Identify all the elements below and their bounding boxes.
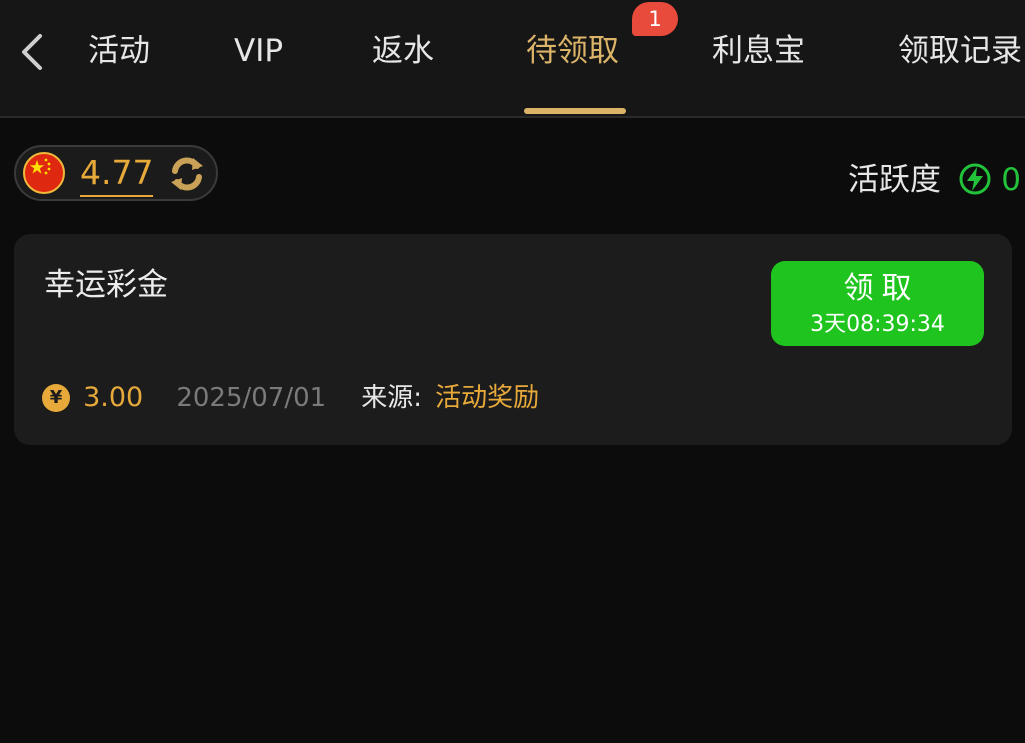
reward-date: 2025/07/01 [176, 383, 327, 413]
reward-meta: ¥ 3.00 2025/07/01 来源: 活动奖励 [42, 380, 539, 416]
tab-claim-history[interactable]: 领取记录 [898, 26, 1022, 76]
tab-interest-treasure[interactable]: 利息宝 [712, 26, 805, 76]
china-flag-icon [23, 152, 65, 194]
activity-value: 0 [1001, 162, 1021, 198]
back-button[interactable] [14, 30, 54, 74]
reward-card: 幸运彩金 领取 3天08:39:34 ¥ 3.00 2025/07/01 来源:… [14, 234, 1012, 445]
yuan-coin-icon: ¥ [42, 384, 70, 412]
rewards-pending-page: 活动 VIP 返水 待领取 利息宝 领取记录 1 4.77 活跃度 0 幸运彩金… [0, 0, 1025, 743]
refresh-icon[interactable] [166, 153, 208, 195]
balance-amount[interactable]: 4.77 [80, 151, 154, 197]
tab-activities[interactable]: 活动 [88, 26, 150, 76]
balance-pill: 4.77 [14, 145, 218, 201]
nav-divider [0, 116, 1025, 118]
activity-label: 活跃度 [848, 162, 941, 198]
claim-button[interactable]: 领取 3天08:39:34 [771, 261, 984, 346]
source-value: 活动奖励 [435, 383, 540, 413]
reward-amount: 3.00 [83, 382, 144, 413]
chevron-left-icon [22, 34, 42, 70]
claim-countdown: 3天08:39:34 [810, 312, 945, 337]
activity-score: 活跃度 0 [848, 158, 1021, 202]
claim-button-label: 领取 [843, 271, 920, 306]
reward-title: 幸运彩金 [44, 267, 168, 303]
tab-vip[interactable]: VIP [234, 26, 283, 76]
source-label: 来源: [361, 383, 423, 413]
lightning-icon [958, 162, 992, 196]
tab-pending-claim[interactable]: 待领取 [526, 26, 619, 76]
top-nav-bar: 活动 VIP 返水 待领取 利息宝 领取记录 1 [0, 0, 1025, 116]
pending-count-badge: 1 [632, 2, 678, 36]
active-tab-indicator [524, 108, 626, 114]
tab-rebate[interactable]: 返水 [372, 26, 434, 76]
